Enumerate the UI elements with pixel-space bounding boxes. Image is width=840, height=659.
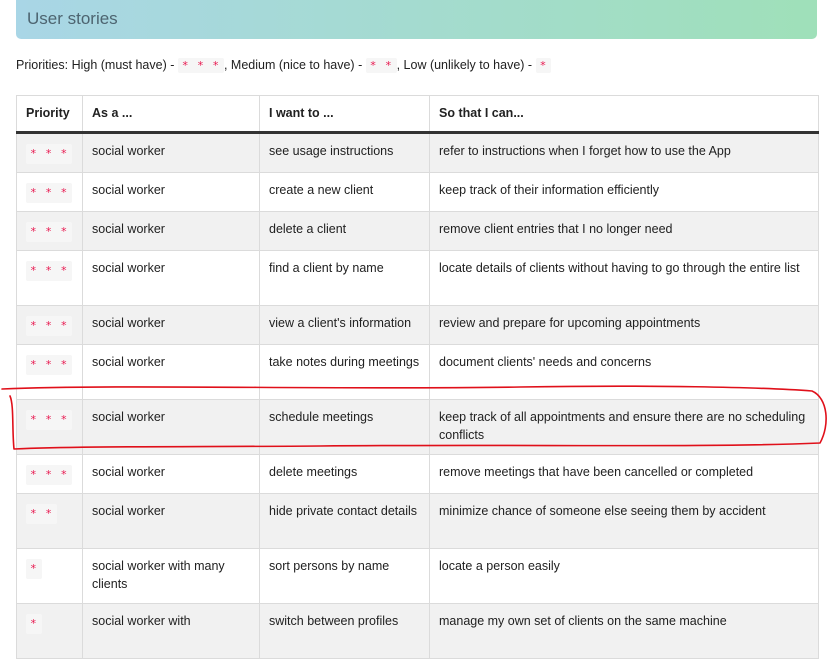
priority-stars: * * * bbox=[26, 261, 73, 281]
want-cell: delete meetings bbox=[259, 454, 430, 494]
legend-low-stars: * bbox=[535, 58, 552, 73]
legend-high-stars: * * * bbox=[177, 58, 224, 73]
want-cell: create a new client bbox=[259, 172, 430, 212]
benefit-cell: keep track of all appointments and ensur… bbox=[429, 399, 819, 455]
priority-cell: * * * bbox=[16, 172, 83, 212]
table-row: * social worker with switch between prof… bbox=[16, 603, 819, 659]
table-row: * * * social worker find a client by nam… bbox=[16, 250, 819, 306]
section-title: User stories bbox=[27, 9, 118, 28]
table-row: * * * social worker create a new client … bbox=[16, 172, 819, 212]
priority-cell: * bbox=[16, 603, 83, 659]
priority-stars: * * * bbox=[26, 465, 73, 485]
benefit-cell: locate details of clients without having… bbox=[429, 250, 819, 306]
priority-stars: * bbox=[26, 614, 42, 634]
priority-stars: * * * bbox=[26, 183, 73, 203]
table-row: * * social worker hide private contact d… bbox=[16, 493, 819, 549]
priority-cell: * * * bbox=[16, 454, 83, 494]
benefit-cell: refer to instructions when I forget how … bbox=[429, 132, 819, 173]
benefit-cell: document clients' needs and concerns bbox=[429, 344, 819, 400]
benefit-cell: review and prepare for upcoming appointm… bbox=[429, 305, 819, 345]
table-row: * * * social worker schedule meetings ke… bbox=[16, 399, 819, 455]
benefit-cell: keep track of their information efficien… bbox=[429, 172, 819, 212]
role-cell: social worker bbox=[82, 344, 260, 400]
role-cell: social worker bbox=[82, 172, 260, 212]
priority-cell: * bbox=[16, 548, 83, 604]
table-row: * * * social worker delete a client remo… bbox=[16, 211, 819, 251]
table-row: * * * social worker view a client's info… bbox=[16, 305, 819, 345]
role-cell: social worker bbox=[82, 132, 260, 173]
legend-medium-label: , Medium (nice to have) - bbox=[223, 58, 363, 72]
priority-cell: * * bbox=[16, 493, 83, 549]
priority-cell: * * * bbox=[16, 132, 83, 173]
header-i-want-to: I want to ... bbox=[259, 95, 430, 134]
table-row: * * * social worker take notes during me… bbox=[16, 344, 819, 400]
priority-legend: Priorities: High (must have) - * * *, Me… bbox=[16, 58, 552, 73]
want-cell: delete a client bbox=[259, 211, 430, 251]
benefit-cell: minimize chance of someone else seeing t… bbox=[429, 493, 819, 549]
role-cell: social worker bbox=[82, 493, 260, 549]
want-cell: hide private contact details bbox=[259, 493, 430, 549]
header-so-that: So that I can... bbox=[429, 95, 819, 134]
priority-stars: * * * bbox=[26, 410, 73, 430]
want-cell: view a client's information bbox=[259, 305, 430, 345]
table-row: * * * social worker see usage instructio… bbox=[16, 132, 819, 173]
want-cell: sort persons by name bbox=[259, 548, 430, 604]
role-cell: social worker bbox=[82, 305, 260, 345]
table-row: * social worker with many clients sort p… bbox=[16, 548, 819, 604]
priority-cell: * * * bbox=[16, 250, 83, 306]
priority-cell: * * * bbox=[16, 344, 83, 400]
legend-medium-stars: * * bbox=[365, 58, 397, 73]
table-row: * * * social worker delete meetings remo… bbox=[16, 454, 819, 494]
user-stories-table-wrapper: Priority As a ... I want to ... So that … bbox=[16, 95, 819, 659]
header-as-a: As a ... bbox=[82, 95, 260, 134]
benefit-cell: remove meetings that have been cancelled… bbox=[429, 454, 819, 494]
want-cell: see usage instructions bbox=[259, 132, 430, 173]
table-header-row: Priority As a ... I want to ... So that … bbox=[16, 95, 819, 134]
benefit-cell: manage my own set of clients on the same… bbox=[429, 603, 819, 659]
priority-stars: * * * bbox=[26, 355, 73, 375]
role-cell: social worker bbox=[82, 250, 260, 306]
priority-stars: * * * bbox=[26, 222, 73, 242]
want-cell: switch between profiles bbox=[259, 603, 430, 659]
user-stories-table: Priority As a ... I want to ... So that … bbox=[16, 95, 819, 659]
role-cell: social worker bbox=[82, 211, 260, 251]
priority-cell: * * * bbox=[16, 305, 83, 345]
header-priority: Priority bbox=[16, 95, 83, 134]
benefit-cell: remove client entries that I no longer n… bbox=[429, 211, 819, 251]
role-cell: social worker bbox=[82, 399, 260, 455]
benefit-cell: locate a person easily bbox=[429, 548, 819, 604]
want-cell: find a client by name bbox=[259, 250, 430, 306]
legend-prefix: Priorities: High (must have) - bbox=[16, 58, 175, 72]
priority-cell: * * * bbox=[16, 399, 83, 455]
role-cell: social worker with bbox=[82, 603, 260, 659]
priority-stars: * bbox=[26, 559, 42, 579]
priority-cell: * * * bbox=[16, 211, 83, 251]
priority-stars: * * * bbox=[26, 144, 73, 164]
want-cell: schedule meetings bbox=[259, 399, 430, 455]
role-cell: social worker bbox=[82, 454, 260, 494]
want-cell: take notes during meetings bbox=[259, 344, 430, 400]
role-cell: social worker with many clients bbox=[82, 548, 260, 604]
priority-stars: * * * bbox=[26, 316, 73, 336]
priority-stars: * * bbox=[26, 504, 57, 524]
section-header-banner: User stories bbox=[16, 0, 817, 39]
legend-low-label: , Low (unlikely to have) - bbox=[396, 58, 533, 72]
